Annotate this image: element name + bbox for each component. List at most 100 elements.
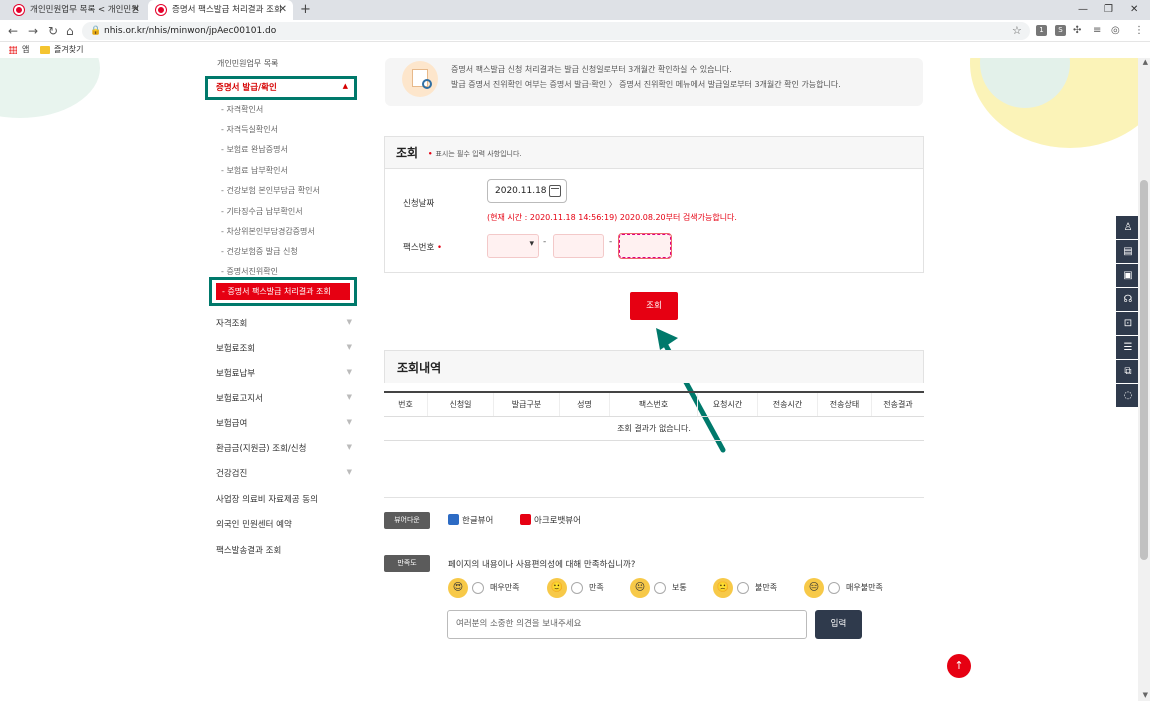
empty-result-row: 조회 결과가 없습니다. [384, 417, 924, 441]
document-icon[interactable]: ▤ [1116, 240, 1140, 264]
minimize-icon[interactable]: — [1078, 0, 1088, 20]
close-tab-icon[interactable]: ✕ [132, 0, 140, 20]
nhis-favicon-icon [14, 5, 24, 15]
table-header-row: 번호 신청일 발급구분 성명 팩스번호 요청시간 전송시간 전송상태 전송결과 [384, 393, 924, 417]
radio-button[interactable] [737, 582, 749, 594]
opinion-input[interactable]: 여러분의 소중한 의견을 보내주세요 [447, 610, 807, 639]
sidebar-main-item[interactable]: 보험료납부 ▼ [216, 367, 356, 379]
page-scrollbar[interactable]: ▲ ▼ [1138, 58, 1150, 701]
radio-button[interactable] [472, 582, 484, 594]
hwp-viewer-link[interactable]: 한글뷰어 [448, 514, 493, 526]
calendar-icon[interactable] [549, 185, 561, 197]
fax-middle-input[interactable] [553, 234, 604, 258]
lock-icon[interactable]: ⊡ [1116, 312, 1140, 336]
sidebar-main-item[interactable]: 보험료조회 ▼ [216, 342, 356, 354]
home-icon[interactable]: ⌂ [66, 22, 74, 40]
scrollbar-thumb[interactable] [1140, 180, 1148, 560]
url-field[interactable]: 🔒 nhis.or.kr/nhis/minwon/jpAec00101.do [82, 22, 1030, 40]
column-header: 팩스번호 [610, 393, 698, 416]
extension-1-icon[interactable]: 1 [1036, 25, 1047, 36]
sidebar-subitem[interactable]: - 자격확인서 [221, 104, 263, 115]
headset-icon[interactable]: ☊ [1116, 288, 1140, 312]
scroll-up-icon[interactable]: ▲ [1143, 58, 1148, 66]
viewer-download-pill: 뷰어다운 [384, 512, 430, 529]
hwp-icon [448, 514, 459, 525]
triangle-down-icon: ▼ [346, 468, 352, 476]
sidebar-subitem[interactable]: - 자격득실확인서 [221, 124, 278, 135]
application-date-field[interactable]: 2020.11.18 [487, 179, 567, 203]
sidebar-item-fax-result[interactable]: - 증명서 팩스발급 처리결과 조회 [216, 283, 350, 300]
profile-icon[interactable]: ◎ [1111, 22, 1120, 40]
scroll-down-icon[interactable]: ▼ [1143, 691, 1148, 699]
fax-last-input[interactable] [618, 233, 672, 259]
back-icon[interactable]: ← [8, 22, 18, 40]
column-header: 신청일 [428, 393, 494, 416]
extension-s-icon[interactable]: S [1055, 25, 1066, 36]
sidebar-main-item[interactable]: 사업장 의료비 자료제공 동의 [216, 493, 356, 505]
radio-button[interactable] [571, 582, 583, 594]
tab-title: 증명서 팩스발급 처리결과 조회 [172, 5, 282, 15]
date-label: 신청날짜 [403, 199, 435, 209]
chat-icon[interactable]: ◌ [1116, 384, 1140, 408]
satisfaction-pill: 만족도 [384, 555, 430, 572]
browser-tab-2[interactable]: 증명서 팩스발급 처리결과 조회 ✕ [148, 0, 293, 20]
sidebar-top-link[interactable]: 개인민원업무 목록 [217, 58, 278, 69]
sidebar-subitem[interactable]: - 보험료 완납증명서 [221, 144, 288, 155]
window-close-icon[interactable]: ✕ [1130, 0, 1138, 20]
copy-icon[interactable]: ⧉ [1116, 360, 1140, 384]
new-tab-button[interactable]: + [300, 0, 311, 20]
fax-area-code-select[interactable] [487, 234, 539, 258]
nhis-favicon-icon [156, 5, 166, 15]
reload-icon[interactable]: ↻ [48, 22, 58, 40]
query-form-title: 조회 [396, 146, 419, 160]
reading-list-icon[interactable]: ≡ [1093, 22, 1101, 40]
sidebar-main-item[interactable]: 자격조회 ▼ [216, 317, 356, 329]
triangle-down-icon: ▼ [346, 343, 352, 351]
notice-text-2: 발급 증명서 진위확인 여부는 증명서 발급·확인 〉 증명서 진위확인 메뉴에… [451, 80, 841, 89]
radio-button[interactable] [654, 582, 666, 594]
sidebar-subitem[interactable]: - 건강보험 본인부담금 확인서 [221, 185, 320, 196]
sidebar-subitem[interactable]: - 증명서진위확인 [221, 266, 278, 277]
sidebar-main-item[interactable]: 보험급여 ▼ [216, 417, 356, 429]
search-button[interactable]: 조회 [630, 292, 678, 320]
restore-icon[interactable]: ❐ [1104, 0, 1113, 20]
triangle-down-icon: ▼ [346, 318, 352, 326]
sidebar-subitem[interactable]: - 건강보험증 발급 신청 [221, 246, 298, 257]
puzzle-icon[interactable]: ✣ [1073, 22, 1081, 40]
apps-label[interactable]: 앱 [22, 42, 29, 58]
dash-separator: - [543, 237, 547, 247]
favorites-label[interactable]: 즐겨찾기 [54, 42, 83, 58]
very-happy-face-icon: 😍 [448, 578, 468, 598]
submit-opinion-button[interactable]: 입력 [815, 610, 862, 639]
page-viewport: 개인민원업무 목록 증명서 발급/확인 ▲ - 자격확인서 - 자격득실확인서 … [0, 58, 1150, 701]
close-tab-icon[interactable]: ✕ [279, 0, 287, 20]
acrobat-viewer-link[interactable]: 아크로뱃뷰어 [520, 514, 581, 526]
triangle-down-icon: ▼ [346, 393, 352, 401]
browser-tab-1[interactable]: 개인민원업무 목록 < 개인민원 ✕ [6, 0, 146, 20]
sidebar-subitem[interactable]: - 기타징수금 납부확인서 [221, 206, 303, 217]
column-header: 발급구분 [494, 393, 560, 416]
column-header: 성명 [560, 393, 610, 416]
survey-question: 페이지의 내용이나 사용편의성에 대해 만족하십니까? [448, 560, 636, 570]
neutral-face-icon: 😐 [630, 578, 650, 598]
scroll-top-button[interactable]: ↑ [947, 654, 971, 678]
menu-icon[interactable]: ⋮ [1134, 22, 1144, 40]
decorative-shape [0, 58, 100, 118]
monitor-icon[interactable]: ▣ [1116, 264, 1140, 288]
sidebar-main-item[interactable]: 환급금(지원금) 조회/신청 ▼ [216, 442, 356, 454]
sidebar-subitem[interactable]: - 보험료 납부확인서 [221, 165, 288, 176]
sidebar-main-item[interactable]: 보험료고지서 ▼ [216, 392, 356, 404]
user-icon[interactable]: ♙ [1116, 216, 1140, 240]
radio-button[interactable] [828, 582, 840, 594]
sidebar-subitem[interactable]: - 차상위본인부담경감증명서 [221, 226, 315, 237]
sidebar-main-item[interactable]: 외국인 민원센터 예약 [216, 518, 356, 530]
sidebar-main-item[interactable]: 건강검진 ▼ [216, 467, 356, 479]
sidebar-section-label: 증명서 발급/확인 [216, 83, 277, 93]
bookmark-star-icon[interactable]: ☆ [1012, 22, 1022, 40]
apps-grid-icon[interactable] [9, 46, 17, 54]
sidebar-main-item[interactable]: 팩스발송결과 조회 [216, 544, 356, 556]
sidebar-section-certificates[interactable]: 증명서 발급/확인 ▲ [205, 76, 357, 100]
forward-icon[interactable]: → [28, 22, 38, 40]
list-icon[interactable]: ☰ [1116, 336, 1140, 360]
quick-menu: ♙ ▤ ▣ ☊ ⊡ ☰ ⧉ ◌ [1116, 216, 1140, 408]
